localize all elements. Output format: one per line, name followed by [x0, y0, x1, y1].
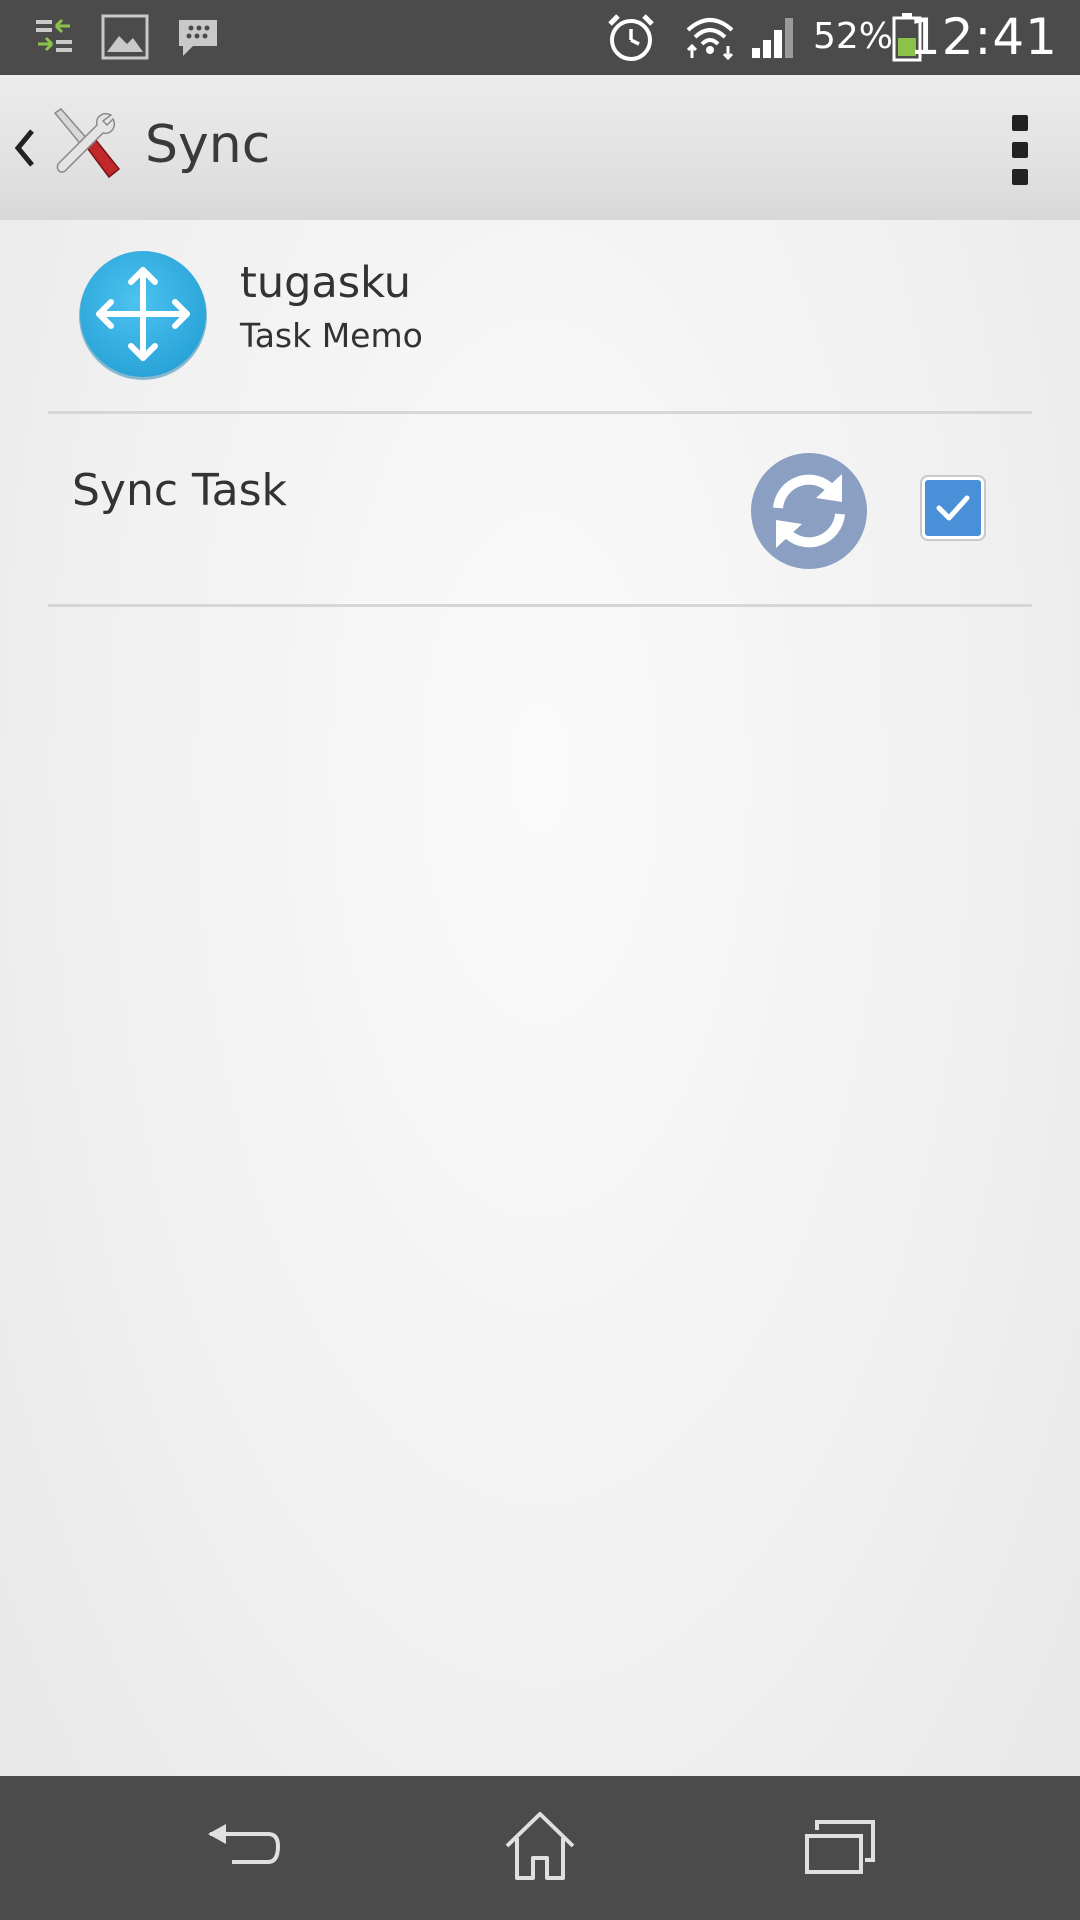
- screen: 52% 12:41 Sync tugasku Task Memo Sync Ta…: [0, 0, 1080, 1920]
- back-icon[interactable]: [196, 1806, 286, 1886]
- account-type: Task Memo: [240, 316, 423, 355]
- recent-apps-icon[interactable]: [795, 1806, 885, 1886]
- sync-item-label: Sync Task: [72, 465, 287, 516]
- sync-icon[interactable]: [750, 452, 868, 570]
- transfer-icon: [36, 18, 72, 52]
- account-name: tugasku: [240, 258, 411, 308]
- battery-percent: 52%: [813, 16, 894, 57]
- navigation-bar: [0, 1776, 1080, 1920]
- divider: [48, 604, 1032, 607]
- divider: [48, 411, 1032, 414]
- tools-icon[interactable]: [45, 105, 125, 185]
- menu-dot: [1012, 142, 1028, 158]
- overflow-menu-icon[interactable]: [1000, 115, 1040, 185]
- home-icon[interactable]: [495, 1806, 585, 1886]
- up-navigation-chevron-icon[interactable]: [10, 123, 38, 173]
- menu-dot: [1012, 115, 1028, 131]
- page-title: Sync: [145, 115, 271, 175]
- menu-dot: [1012, 169, 1028, 185]
- sync-item-row[interactable]: Sync Task: [0, 415, 1080, 605]
- signal-icon: [752, 18, 793, 58]
- image-notification-icon: [101, 14, 149, 60]
- action-bar: Sync: [0, 75, 1080, 220]
- wifi-icon: [686, 18, 734, 60]
- move-arrows-icon: [79, 251, 207, 380]
- status-bar: 52% 12:41: [0, 0, 1080, 75]
- bbm-icon: [179, 20, 217, 56]
- alarm-icon: [608, 14, 654, 61]
- sync-checkbox[interactable]: [922, 477, 984, 539]
- account-header: tugasku Task Memo: [0, 220, 1080, 412]
- status-time: 12:41: [908, 8, 1058, 66]
- checkmark-icon: [936, 495, 970, 521]
